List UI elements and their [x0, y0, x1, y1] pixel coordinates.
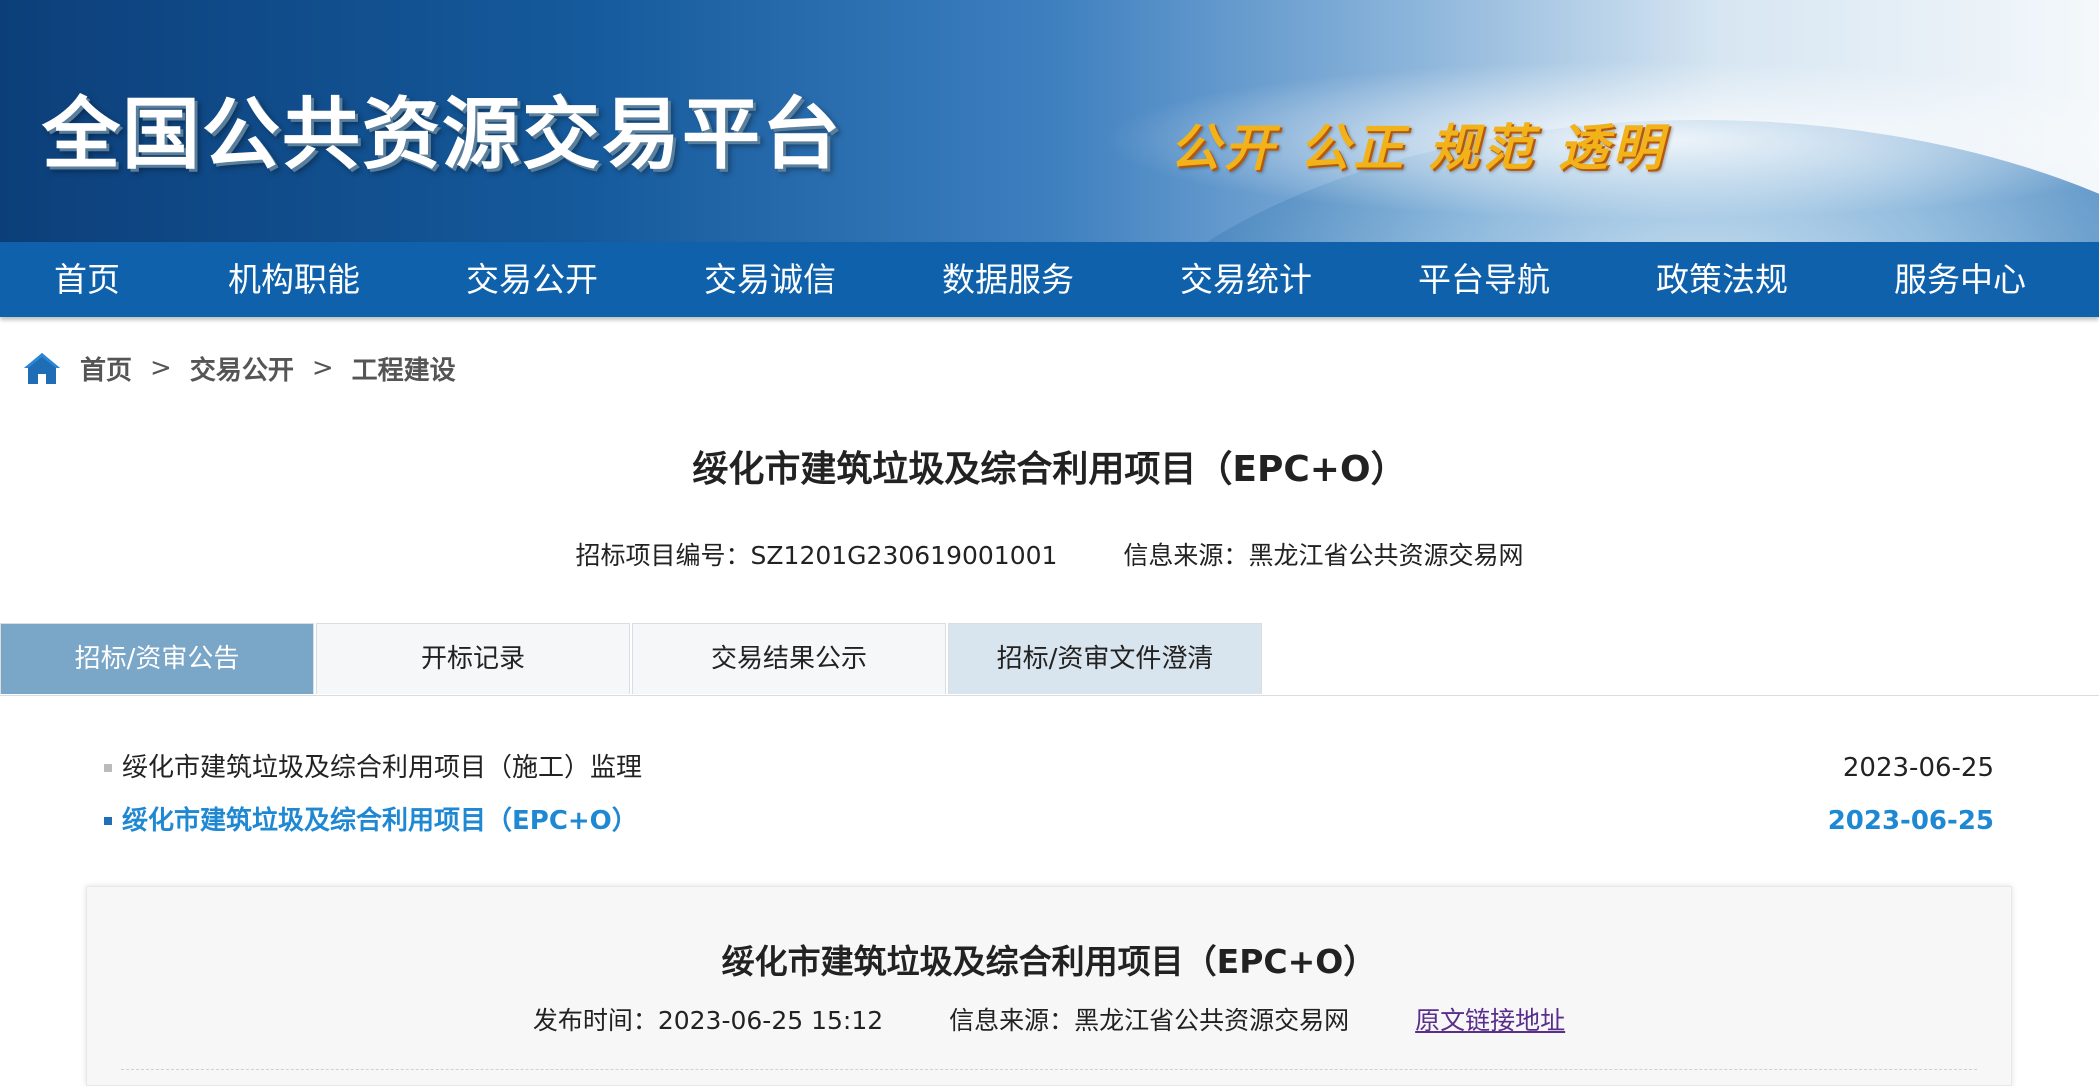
tab-trade-result[interactable]: 交易结果公示	[632, 623, 946, 694]
project-code-value: SZ1201G230619001001	[750, 541, 1058, 570]
list-item-selected[interactable]: 绥化市建筑垃圾及综合利用项目（EPC+O） 2023-06-25	[104, 801, 1994, 841]
tab-doc-clarification[interactable]: 招标/资审文件澄清	[948, 623, 1262, 694]
publish-time-label: 发布时间：	[532, 1006, 658, 1035]
detail-card: 绥化市建筑垃圾及综合利用项目（EPC+O） 发布时间：2023-06-25 15…	[86, 886, 2012, 1086]
nav-item-policy[interactable]: 政策法规	[1656, 242, 1788, 317]
nav-item-home[interactable]: 首页	[54, 242, 120, 317]
original-link[interactable]: 原文链接地址	[1415, 1006, 1565, 1035]
detail-meta: 发布时间：2023-06-25 15:12 信息来源：黑龙江省公共资源交易网 原文链…	[87, 1001, 2011, 1037]
nav-item-trade-credit[interactable]: 交易诚信	[704, 242, 836, 317]
nav-item-service-center[interactable]: 服务中心	[1894, 242, 2026, 317]
bullet-icon	[104, 817, 112, 825]
tab-bar: 招标/资审公告 开标记录 交易结果公示 招标/资审文件澄清	[0, 623, 2099, 696]
breadcrumb: 首页 > 交易公开 > 工程建设	[22, 346, 456, 390]
detail-title: 绥化市建筑垃圾及综合利用项目（EPC+O）	[721, 942, 1377, 981]
project-meta: 招标项目编号：SZ1201G230619001001 信息来源：黑龙江省公共资源交…	[0, 536, 2099, 572]
nav-item-data-service[interactable]: 数据服务	[942, 242, 1074, 317]
site-title: 全国公共资源交易平台	[42, 90, 843, 180]
breadcrumb-home[interactable]: 首页	[80, 350, 132, 387]
tab-tender-notice[interactable]: 招标/资审公告	[0, 623, 314, 694]
list-item-title[interactable]: 绥化市建筑垃圾及综合利用项目（EPC+O）	[122, 801, 638, 841]
main-nav: 首页 机构职能 交易公开 交易诚信 数据服务 交易统计 平台导航 政策法规 服务…	[0, 242, 2099, 317]
bullet-icon	[104, 764, 112, 772]
tab-bid-opening-record[interactable]: 开标记录	[316, 623, 630, 694]
home-icon[interactable]	[22, 350, 62, 386]
nav-item-institution[interactable]: 机构职能	[228, 242, 360, 317]
project-source-value: 黑龙江省公共资源交易网	[1248, 541, 1524, 570]
list-item-date: 2023-06-25	[1827, 806, 1994, 836]
publish-time-value: 2023-06-25 15:12	[657, 1006, 884, 1035]
detail-source-value: 黑龙江省公共资源交易网	[1074, 1006, 1350, 1035]
breadcrumb-separator: >	[150, 353, 172, 383]
project-title: 绥化市建筑垃圾及综合利用项目（EPC+O）	[692, 449, 1407, 490]
site-slogan: 公开 公正 规范 透明	[1170, 118, 1667, 177]
nav-item-platform-nav[interactable]: 平台导航	[1418, 242, 1550, 317]
breadcrumb-trade-public[interactable]: 交易公开	[190, 350, 294, 387]
nav-item-trade-public[interactable]: 交易公开	[466, 242, 598, 317]
card-divider	[121, 1069, 1977, 1070]
list-item[interactable]: 绥化市建筑垃圾及综合利用项目（施工）监理 2023-06-25	[104, 748, 1994, 788]
detail-source-label: 信息来源：	[949, 1006, 1075, 1035]
site-banner: 全国公共资源交易平台 公开 公正 规范 透明	[0, 0, 2099, 242]
breadcrumb-separator: >	[311, 353, 334, 383]
nav-item-trade-stats[interactable]: 交易统计	[1180, 242, 1312, 317]
list-item-date: 2023-06-25	[1842, 753, 1994, 783]
breadcrumb-engineering[interactable]: 工程建设	[352, 350, 456, 387]
project-source-label: 信息来源：	[1123, 541, 1249, 570]
project-code-label: 招标项目编号：	[575, 541, 751, 570]
list-item-title[interactable]: 绥化市建筑垃圾及综合利用项目（施工）监理	[122, 748, 642, 788]
